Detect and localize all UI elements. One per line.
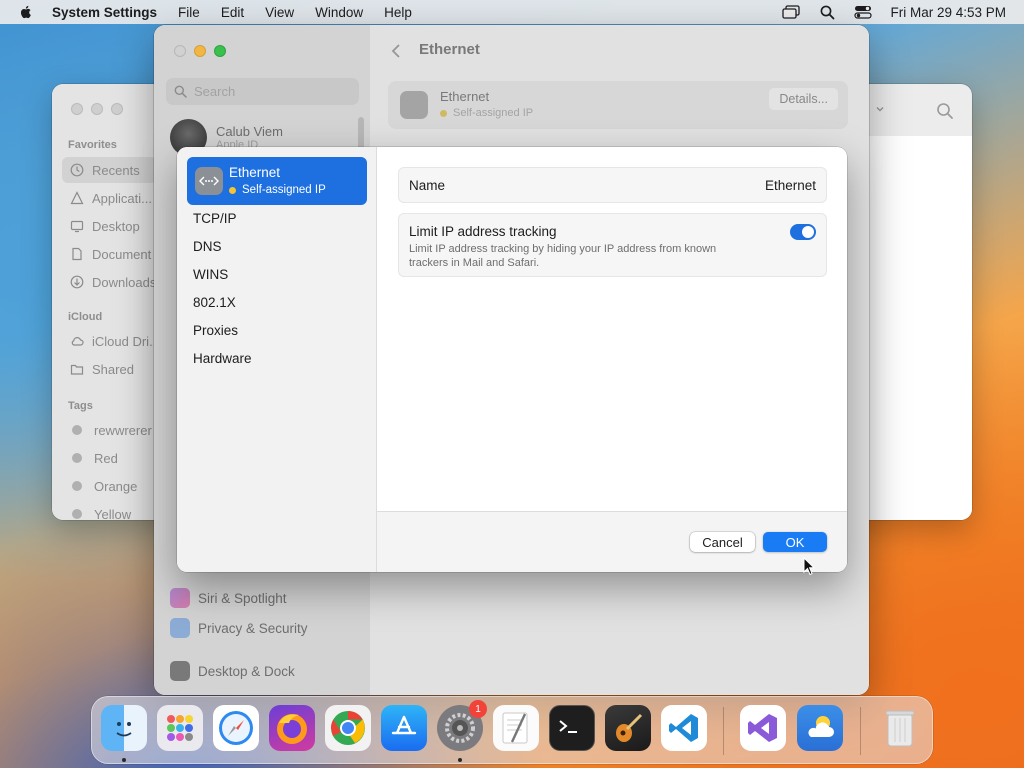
dock-garageband-icon[interactable] bbox=[605, 705, 651, 751]
finder-content bbox=[868, 136, 972, 520]
menu-view[interactable]: View bbox=[265, 5, 294, 20]
download-icon bbox=[70, 275, 84, 289]
sidebar-tag-rewwrerer[interactable]: rewwrerer bbox=[62, 417, 157, 443]
sidebar-item-applications[interactable]: Applicati... bbox=[62, 185, 157, 211]
status-dot bbox=[229, 186, 236, 194]
name-label: Name bbox=[409, 178, 446, 193]
sidebar-item-label: rewwrerer bbox=[94, 422, 152, 438]
control-center-icon[interactable] bbox=[854, 4, 873, 20]
dock-weather-icon[interactable] bbox=[797, 705, 843, 751]
ethernet-details-sheet[interactable]: Ethernet Self-assigned IP TCP/IP DNS WIN… bbox=[177, 147, 847, 572]
spotlight-search-icon[interactable] bbox=[818, 4, 836, 20]
sidebar-item-label: Recents bbox=[92, 162, 140, 178]
sheet-nav-wins[interactable]: WINS bbox=[193, 267, 228, 282]
dock-separator bbox=[723, 707, 724, 755]
sheet-sidebar-item-ethernet[interactable]: Ethernet Self-assigned IP bbox=[187, 157, 367, 205]
notification-badge: 1 bbox=[469, 700, 487, 718]
apple-icon[interactable] bbox=[18, 4, 34, 20]
sidebar-item-label: Red bbox=[94, 450, 118, 466]
sheet-ethernet-status-text: Self-assigned IP bbox=[242, 184, 326, 196]
sheet-ethernet-status: Self-assigned IP bbox=[229, 184, 326, 196]
sidebar-item-label: Document bbox=[92, 246, 152, 262]
tag-dot bbox=[72, 453, 82, 463]
minimize-button[interactable] bbox=[91, 103, 103, 115]
tag-dot bbox=[72, 481, 82, 491]
dock-terminal-icon[interactable] bbox=[549, 705, 595, 751]
menu-help[interactable]: Help bbox=[384, 5, 412, 20]
dock-separator bbox=[860, 707, 861, 755]
sidebar-item-icloud-drive[interactable]: iCloud Dri... bbox=[62, 328, 157, 354]
sidebar-item-shared[interactable]: Shared bbox=[62, 356, 157, 382]
sheet-nav-dns[interactable]: DNS bbox=[193, 239, 222, 254]
sidebar-item-label: Shared bbox=[92, 361, 134, 377]
document-icon bbox=[72, 247, 82, 261]
shared-folder-icon bbox=[70, 364, 84, 375]
sheet-nav-hardware[interactable]: Hardware bbox=[193, 351, 252, 366]
ethernet-icon bbox=[195, 167, 223, 195]
running-indicator bbox=[458, 758, 462, 762]
dock-trash-icon[interactable] bbox=[877, 705, 923, 751]
sheet-nav-8021x[interactable]: 802.1X bbox=[193, 295, 236, 310]
sidebar-item-documents[interactable]: Document bbox=[62, 241, 157, 267]
limit-tracking-description: Limit IP address tracking by hiding your… bbox=[409, 243, 717, 269]
dock-chrome-icon[interactable] bbox=[325, 705, 371, 751]
menu-window[interactable]: Window bbox=[315, 5, 363, 20]
menu-file[interactable]: File bbox=[178, 5, 200, 20]
limit-tracking-card: Limit IP address tracking Limit IP addre… bbox=[398, 213, 827, 277]
sidebar-tag-red[interactable]: Red bbox=[62, 445, 157, 471]
cloud-icon bbox=[71, 337, 84, 346]
dock-finder-icon[interactable] bbox=[101, 705, 147, 751]
sidebar-item-desktop[interactable]: Desktop bbox=[62, 213, 157, 239]
dock-visual-studio-icon[interactable] bbox=[740, 705, 786, 751]
name-value[interactable]: Ethernet bbox=[765, 178, 816, 193]
sheet-nav-tcpip[interactable]: TCP/IP bbox=[193, 211, 237, 226]
icloud-title: iCloud bbox=[68, 311, 103, 323]
sidebar-item-label: Yellow bbox=[94, 506, 132, 521]
screen-mirroring-icon[interactable] bbox=[782, 4, 801, 20]
cancel-button[interactable]: Cancel bbox=[690, 532, 755, 552]
dock-vscode-icon[interactable] bbox=[661, 705, 707, 751]
sidebar-tag-orange[interactable]: Orange bbox=[62, 473, 157, 499]
tag-dot bbox=[72, 425, 82, 435]
dock: 1 bbox=[91, 696, 933, 764]
search-icon[interactable] bbox=[936, 102, 954, 120]
close-button[interactable] bbox=[71, 103, 83, 115]
dock-launchpad-icon[interactable] bbox=[157, 705, 203, 751]
sidebar-item-downloads[interactable]: Downloads bbox=[62, 269, 157, 295]
sidebar-item-label: Applicati... bbox=[92, 190, 152, 206]
dock-safari-icon[interactable] bbox=[213, 705, 259, 751]
limit-tracking-toggle[interactable] bbox=[790, 224, 816, 240]
dock-textedit-icon[interactable] bbox=[493, 705, 539, 751]
limit-tracking-title: Limit IP address tracking bbox=[409, 224, 557, 239]
sidebar-item-label: Downloads bbox=[92, 274, 157, 290]
finder-window-controls bbox=[71, 103, 123, 115]
running-indicator bbox=[122, 758, 126, 762]
toggle-knob bbox=[802, 226, 814, 238]
menu-edit[interactable]: Edit bbox=[221, 5, 244, 20]
ok-button[interactable]: OK bbox=[763, 532, 827, 552]
service-name-card: Name Ethernet bbox=[398, 167, 827, 203]
dock-firefox-icon[interactable] bbox=[269, 705, 315, 751]
favorites-title: Favorites bbox=[68, 139, 117, 151]
desktop-icon bbox=[70, 220, 84, 233]
applications-icon bbox=[70, 191, 84, 205]
menu-bar: System Settings File Edit View Window He… bbox=[0, 0, 1024, 24]
sheet-ethernet-name: Ethernet bbox=[229, 165, 281, 180]
sidebar-tag-yellow[interactable]: Yellow bbox=[62, 501, 157, 520]
sidebar-item-label: Desktop bbox=[92, 218, 140, 234]
menubar-clock[interactable]: Fri Mar 29 4:53 PM bbox=[890, 5, 1006, 20]
sheet-nav-proxies[interactable]: Proxies bbox=[193, 323, 238, 338]
dock-system-settings-icon[interactable]: 1 bbox=[437, 700, 487, 751]
mouse-pointer-icon bbox=[803, 557, 815, 576]
tag-dot bbox=[72, 509, 82, 519]
tags-title: Tags bbox=[68, 400, 93, 412]
sidebar-item-label: iCloud Dri... bbox=[92, 333, 157, 349]
dock-app-store-icon[interactable] bbox=[381, 705, 427, 751]
sidebar-item-label: Orange bbox=[94, 478, 138, 494]
zoom-button[interactable] bbox=[111, 103, 123, 115]
clock-icon bbox=[70, 163, 84, 177]
menubar-app-name[interactable]: System Settings bbox=[52, 5, 157, 20]
chevron-down-icon[interactable] bbox=[874, 103, 886, 115]
sidebar-item-recents[interactable]: Recents bbox=[62, 157, 157, 183]
